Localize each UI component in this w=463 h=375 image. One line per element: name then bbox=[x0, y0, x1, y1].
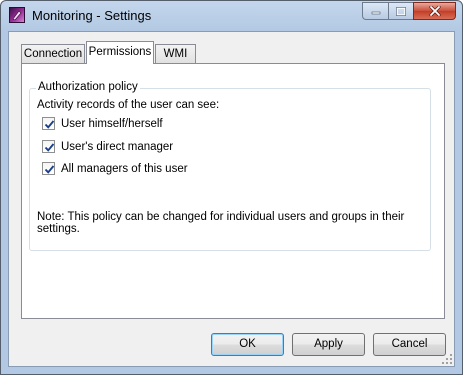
option-label: All managers of this user bbox=[61, 162, 188, 175]
permissions-panel: Authorization policy Activity records of… bbox=[21, 63, 445, 319]
checkbox-all-managers[interactable] bbox=[42, 162, 55, 175]
tab-permissions[interactable]: Permissions bbox=[86, 41, 154, 64]
minimize-icon bbox=[371, 11, 380, 15]
checkbox-direct-manager[interactable] bbox=[42, 140, 55, 153]
monitoring-app-icon[interactable] bbox=[9, 7, 25, 23]
tab-connection[interactable]: Connection bbox=[21, 44, 85, 63]
checkmark-icon bbox=[44, 143, 55, 152]
apply-button[interactable]: Apply bbox=[292, 333, 365, 356]
cancel-button[interactable]: Cancel bbox=[373, 333, 446, 356]
option-direct-manager[interactable]: User's direct manager bbox=[42, 140, 173, 153]
tab-wmi[interactable]: WMI bbox=[155, 44, 196, 63]
policy-note: Note: This policy can be changed for ind… bbox=[37, 211, 405, 235]
maximize-icon bbox=[396, 6, 406, 16]
group-title: Authorization policy bbox=[36, 81, 140, 93]
checkbox-user-himself[interactable] bbox=[42, 117, 55, 130]
option-label: User's direct manager bbox=[61, 140, 174, 153]
resize-grip-icon[interactable] bbox=[441, 353, 453, 365]
checkmark-icon bbox=[44, 120, 55, 129]
authorization-policy-group: Authorization policy Activity records of… bbox=[29, 81, 431, 251]
maximize-button[interactable] bbox=[388, 2, 413, 20]
window-title: Monitoring - Settings bbox=[32, 8, 152, 23]
close-button[interactable] bbox=[413, 2, 456, 20]
option-all-managers[interactable]: All managers of this user bbox=[42, 162, 188, 175]
option-label: User himself/herself bbox=[61, 117, 163, 130]
settings-window: Monitoring - Settings Connection Permiss… bbox=[0, 0, 463, 375]
close-icon bbox=[428, 6, 441, 16]
activity-records-label: Activity records of the user can see: bbox=[37, 99, 220, 111]
ok-button[interactable]: OK bbox=[211, 333, 284, 356]
option-user-himself[interactable]: User himself/herself bbox=[42, 117, 163, 130]
caption-buttons bbox=[362, 2, 456, 21]
minimize-button[interactable] bbox=[362, 2, 388, 20]
title-bar[interactable]: Monitoring - Settings bbox=[1, 1, 462, 31]
checkmark-icon bbox=[44, 165, 55, 174]
dialog-client-area: Connection Permissions WMI Authorization… bbox=[8, 31, 455, 367]
